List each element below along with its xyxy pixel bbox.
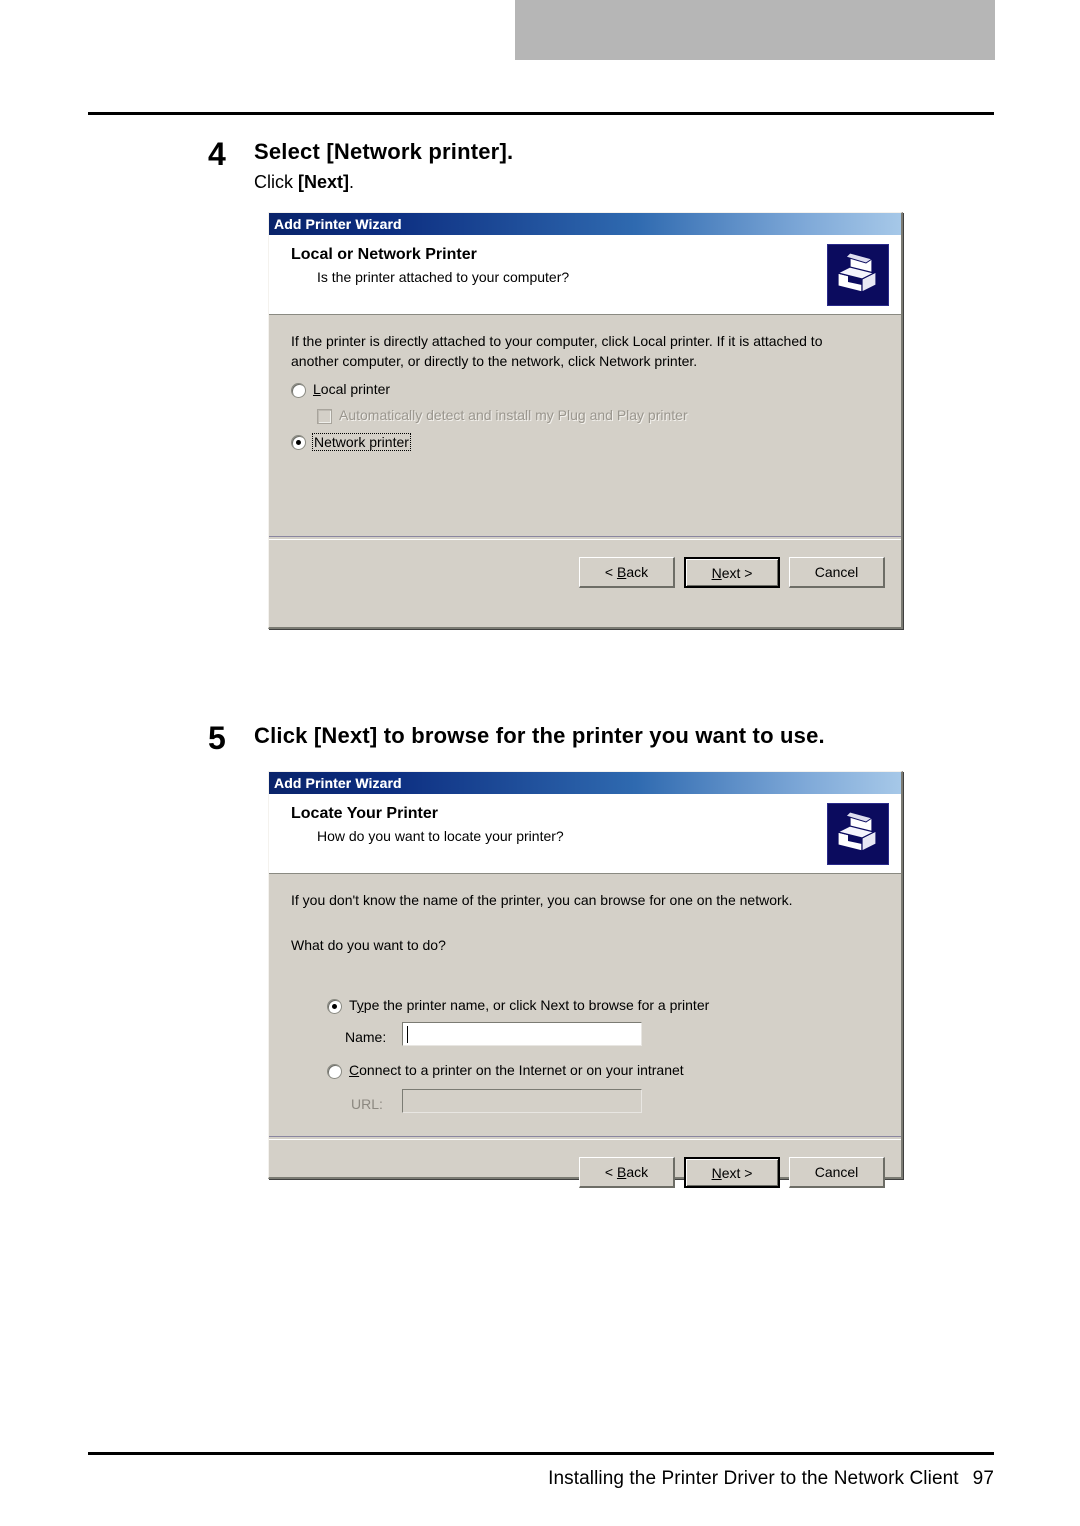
dialog-description: If the printer is directly attached to y… [291,331,822,371]
dialog-description-line-2: another computer, or directly to the net… [291,353,698,369]
back-button[interactable]: < Back [579,557,675,588]
printer-icon [827,803,889,865]
button-separator [269,1136,901,1140]
radio-connect-internet-printer[interactable]: Connect to a printer on the Internet or … [327,1062,684,1079]
page-tab-marker [515,0,995,60]
radio-network-printer-label: Network printer [312,433,411,451]
dialog-button-row: < Back Next > Cancel [579,1157,885,1188]
dialog-banner: Locate Your Printer How do you want to l… [269,794,901,874]
name-field-label: Name: [345,1029,387,1045]
header-divider [88,112,994,115]
back-button[interactable]: < Back [579,1157,675,1188]
button-separator [269,536,901,540]
step-instruction-bold: [Next] [298,172,350,192]
radio-type-printer-name-indicator[interactable] [327,999,342,1014]
next-button-label: Next > [711,1164,753,1181]
page-number: 97 [972,1468,994,1489]
dialog-body: If the printer is directly attached to y… [269,315,901,627]
add-printer-wizard-dialog-local-or-network: Add Printer Wizard Local or Network Prin… [268,212,903,629]
back-button-label: < Back [604,564,649,580]
next-button[interactable]: Next > [684,1157,780,1188]
footer: Installing the Printer Driver to the Net… [88,1468,994,1490]
banner-title: Locate Your Printer [291,805,438,822]
radio-local-printer[interactable]: Local printer [291,381,390,398]
dialog-button-row: < Back Next > Cancel [579,557,885,588]
printer-icon [827,244,889,306]
radio-connect-internet-label: Connect to a printer on the Internet or … [349,1062,684,1078]
dialog-description-2: What do you want to do? [291,937,446,953]
dialog-description-line-1: If the printer is directly attached to y… [291,333,823,349]
footer-chapter-title: Installing the Printer Driver to the Net… [548,1468,959,1489]
add-printer-wizard-dialog-locate-printer: Add Printer Wizard Locate Your Printer H… [268,771,903,1188]
step-instruction: Click [Next]. [254,172,354,193]
radio-local-printer-label: Local printer [313,381,391,397]
cancel-button-label: Cancel [814,564,859,580]
dialog-titlebar: Add Printer Wizard [269,213,901,235]
dialog-title: Add Printer Wizard [274,216,402,232]
step-number: 5 [208,720,226,756]
dialog-body: If you don't know the name of the printe… [269,874,901,1188]
cancel-button-label: Cancel [814,1164,859,1180]
dialog-title: Add Printer Wizard [274,775,402,791]
dialog-banner: Local or Network Printer Is the printer … [269,235,901,315]
checkbox-autodetect-indicator[interactable] [317,409,332,424]
dialog-titlebar: Add Printer Wizard [269,772,901,794]
dialog-description-1: If you don't know the name of the printe… [291,892,793,908]
radio-connect-internet-indicator[interactable] [327,1064,342,1079]
radio-network-printer[interactable]: Network printer [291,433,411,451]
step-number: 4 [208,136,226,172]
step-instruction-prefix: Click [254,172,298,192]
url-field-label: URL: [351,1096,383,1112]
text-caret [407,1026,408,1043]
next-button[interactable]: Next > [684,557,780,588]
step-title: Select [Network printer]. [254,139,514,164]
cancel-button[interactable]: Cancel [789,1157,885,1188]
name-input[interactable] [402,1022,642,1046]
banner-title: Local or Network Printer [291,246,477,263]
back-button-label: < Back [604,1164,649,1180]
checkbox-autodetect-label: Automatically detect and install my Plug… [339,407,688,423]
step-title: Click [Next] to browse for the printer y… [254,723,825,748]
radio-type-printer-name[interactable]: Type the printer name, or click Next to … [327,997,709,1014]
banner-subtitle: How do you want to locate your printer? [317,828,564,844]
checkbox-autodetect-plug-and-play[interactable]: Automatically detect and install my Plug… [317,407,688,424]
next-button-label: Next > [711,564,753,581]
cancel-button[interactable]: Cancel [789,557,885,588]
url-input[interactable] [402,1089,642,1113]
radio-network-printer-indicator[interactable] [291,435,306,450]
radio-type-printer-name-label: Type the printer name, or click Next to … [349,997,710,1013]
radio-local-printer-indicator[interactable] [291,383,306,398]
banner-subtitle: Is the printer attached to your computer… [317,269,570,285]
step-instruction-suffix: . [349,172,355,192]
footer-divider [88,1452,994,1455]
